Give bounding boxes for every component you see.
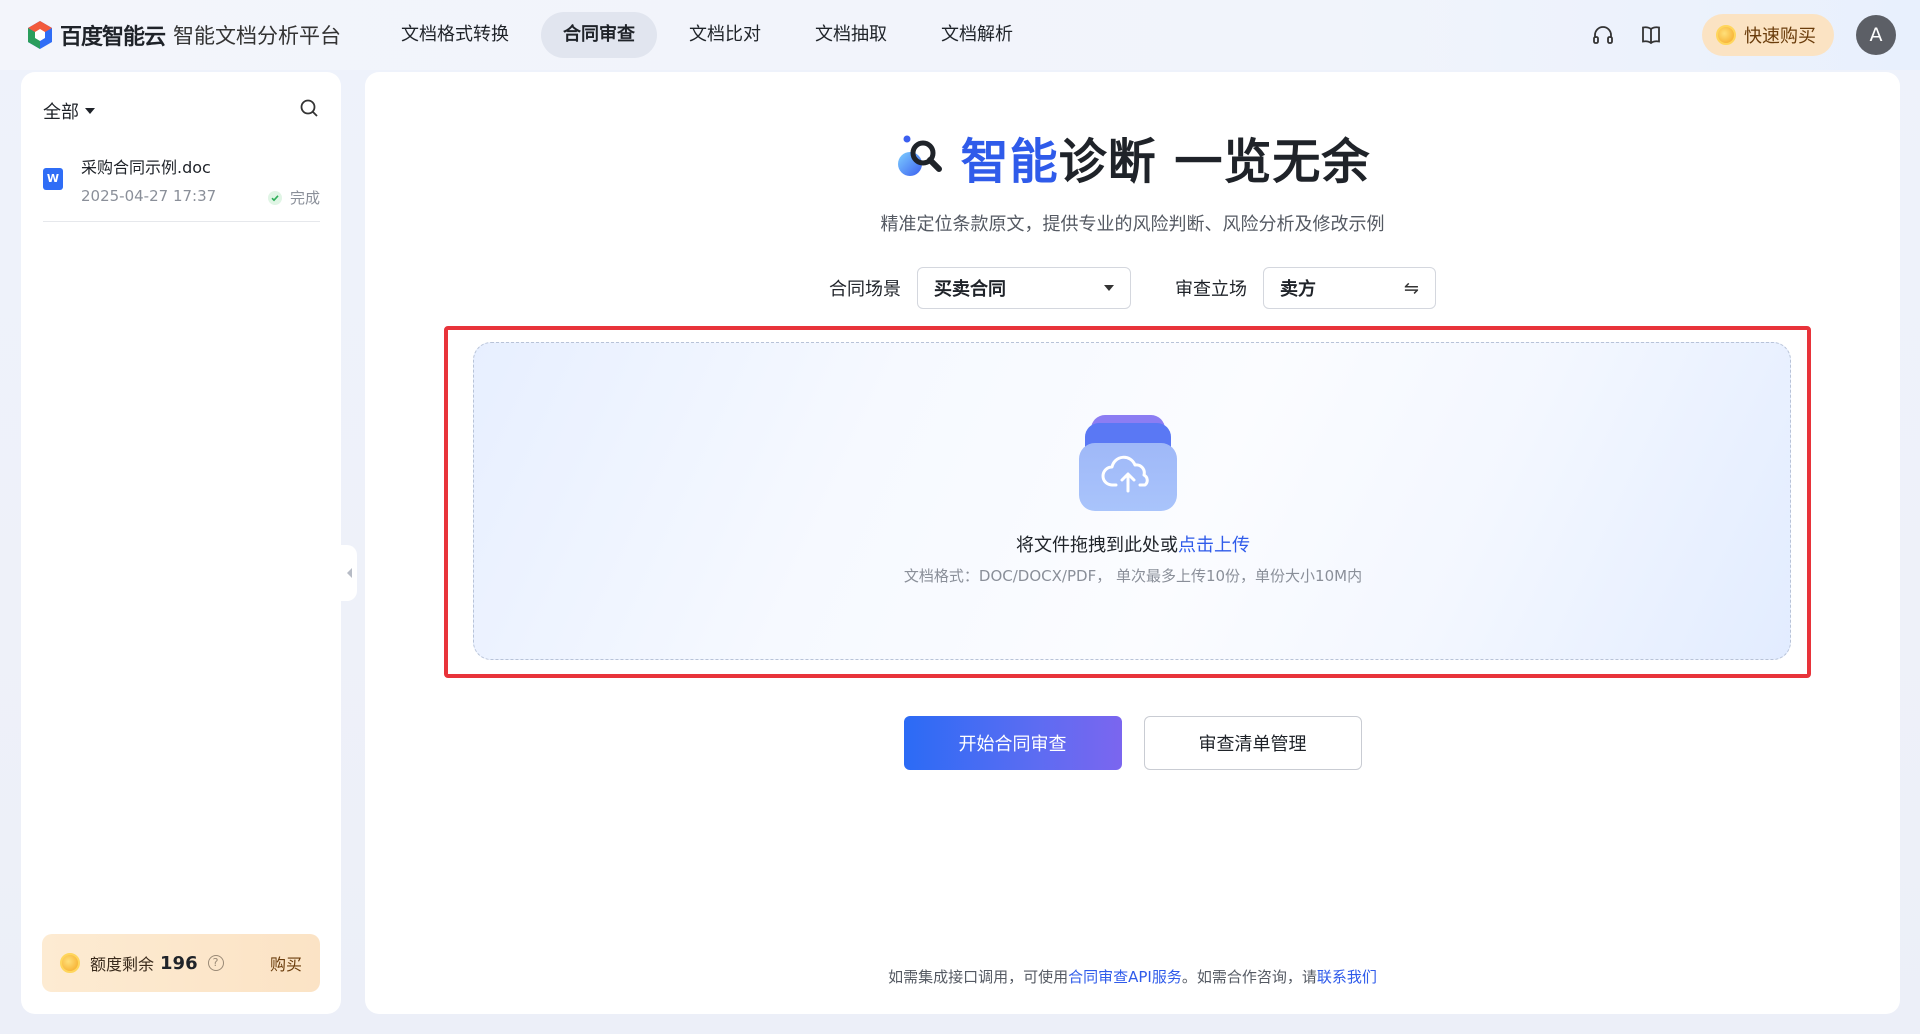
- scene-label: 合同场景: [829, 279, 901, 300]
- user-avatar[interactable]: A: [1856, 15, 1896, 55]
- api-service-link[interactable]: 合同审查API服务: [1068, 968, 1182, 986]
- brand-name: 百度智能云: [60, 25, 166, 50]
- caret-down-icon: [1104, 285, 1114, 291]
- brand-subtitle: 智能文档分析平台: [173, 24, 342, 48]
- magnifier-search-icon: [897, 135, 942, 176]
- hero-subtitle: 精准定位条款原文，提供专业的风险判断、风险分析及修改示例: [880, 214, 1385, 235]
- nav-doc-parse[interactable]: 文档解析: [919, 12, 1035, 58]
- upload-prompt: 将文件拖拽到此处或点击上传: [474, 531, 1792, 557]
- main-nav: 文档格式转换 合同审查 文档比对 文档抽取 文档解析: [379, 12, 1045, 58]
- top-right-actions: 快速购买 A: [1590, 0, 1920, 70]
- stance-select[interactable]: 卖方 ⇋: [1263, 267, 1436, 309]
- document-status-label: 完成: [289, 189, 320, 207]
- filter-dropdown[interactable]: 全部: [43, 98, 95, 124]
- footer-prefix: 如需集成接口调用，可使用: [888, 968, 1069, 986]
- nav-doc-convert[interactable]: 文档格式转换: [379, 12, 531, 58]
- book-icon[interactable]: [1638, 22, 1664, 48]
- top-bar: 百度智能云 智能文档分析平台 文档格式转换 合同审查 文档比对 文档抽取 文档解…: [0, 0, 1920, 70]
- scene-select[interactable]: 买卖合同: [917, 267, 1131, 309]
- nav-doc-compare[interactable]: 文档比对: [667, 12, 783, 58]
- search-icon[interactable]: [299, 98, 319, 118]
- quota-buy-link[interactable]: 购买: [270, 951, 302, 975]
- check-circle-icon: [267, 190, 282, 205]
- document-name: 采购合同示例.doc: [81, 158, 211, 177]
- quota-panel: 额度剩余 196 ? 购买: [42, 934, 320, 992]
- filter-label: 全部: [43, 102, 79, 123]
- upload-dropzone[interactable]: 将文件拖拽到此处或点击上传 文档格式：DOC/DOCX/PDF， 单次最多上传1…: [473, 342, 1791, 660]
- main-panel: 智能诊断 一览无余 精准定位条款原文，提供专业的风险判断、风险分析及修改示例 合…: [365, 72, 1900, 1014]
- sidebar-collapse-handle[interactable]: [341, 545, 357, 601]
- document-time: 2025-04-27 17:37: [81, 187, 217, 205]
- document-status: 完成: [267, 187, 320, 208]
- brand[interactable]: 百度智能云 智能文档分析平台: [26, 19, 341, 51]
- word-file-icon: W: [43, 168, 63, 190]
- footer-note: 如需集成接口调用，可使用合同审查API服务。如需合作咨询，请联系我们: [365, 966, 1900, 987]
- help-icon[interactable]: ?: [207, 955, 224, 971]
- footer-middle: 。如需合作咨询，请: [1181, 968, 1317, 986]
- stance-value: 卖方: [1280, 279, 1316, 300]
- action-buttons: 开始合同审查 审查清单管理: [365, 716, 1900, 770]
- quick-buy-button[interactable]: 快速购买: [1702, 14, 1834, 56]
- quota-value: 196: [160, 952, 198, 974]
- coin-icon: [1716, 25, 1736, 45]
- review-options: 合同场景 买卖合同 审查立场 卖方 ⇋: [365, 267, 1900, 309]
- nav-doc-extract[interactable]: 文档抽取: [793, 12, 909, 58]
- caret-down-icon: [85, 108, 95, 114]
- cloud-upload-icon: [1079, 415, 1177, 511]
- baidu-cloud-logo-icon: [28, 21, 52, 49]
- stance-label: 审查立场: [1175, 279, 1247, 300]
- contact-us-link[interactable]: 联系我们: [1317, 968, 1377, 986]
- quota-label: 额度剩余: [90, 955, 155, 974]
- history-sidebar: 全部 W 采购合同示例.doc 2025-04-27 17:37 完成 额度剩余…: [21, 72, 341, 1014]
- upload-text: 将文件拖拽到此处或: [1016, 535, 1178, 556]
- hero-title: 智能诊断 一览无余: [365, 122, 1900, 192]
- coin-icon: [60, 953, 80, 973]
- document-list-item[interactable]: W 采购合同示例.doc 2025-04-27 17:37 完成: [43, 150, 320, 222]
- start-review-button[interactable]: 开始合同审查: [903, 716, 1122, 770]
- checklist-manage-button[interactable]: 审查清单管理: [1143, 716, 1362, 770]
- upload-hint: 文档格式：DOC/DOCX/PDF， 单次最多上传10份，单份大小10M内: [903, 567, 1363, 585]
- collapse-arrow-icon: [346, 568, 352, 578]
- hero-title-accent: 智能: [960, 134, 1059, 190]
- headset-icon[interactable]: [1590, 22, 1616, 48]
- swap-icon[interactable]: ⇋: [1404, 278, 1419, 299]
- quick-buy-label: 快速购买: [1744, 26, 1816, 47]
- click-upload-link[interactable]: 点击上传: [1178, 535, 1250, 556]
- scene-value: 买卖合同: [934, 279, 1006, 300]
- hero-title-rest: 诊断 一览无余: [1058, 134, 1371, 190]
- nav-contract-review[interactable]: 合同审查: [541, 12, 658, 58]
